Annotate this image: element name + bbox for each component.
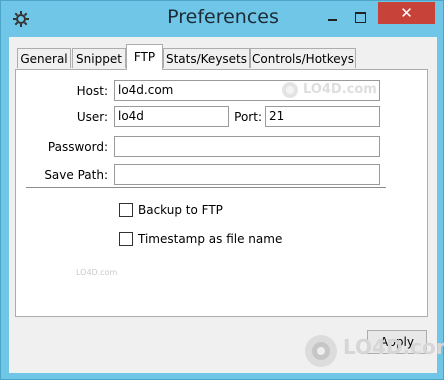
watermark-top: LO4D.com — [281, 81, 377, 102]
save-path-label: Save Path: — [44, 168, 108, 182]
tab-general[interactable]: General — [17, 48, 71, 68]
user-input[interactable]: lo4d — [114, 106, 229, 127]
maximize-button[interactable] — [348, 9, 372, 25]
timestamp-label[interactable]: Timestamp as file name — [138, 232, 282, 246]
close-button[interactable]: ✕ — [378, 2, 435, 24]
backup-to-ftp-label[interactable]: Backup to FTP — [138, 203, 223, 217]
watermark-text: LO4D.com — [343, 335, 444, 359]
tab-snippet[interactable]: Snippet — [72, 48, 126, 68]
separator — [26, 187, 386, 188]
title-bar[interactable]: Preferences ✕ — [1, 1, 444, 37]
minimize-icon — [328, 19, 337, 21]
ftp-panel: Host: lo4d.com User: lo4d Port: 21 Passw… — [15, 69, 428, 317]
preferences-window: Preferences ✕ General Snippet FTP Stats/… — [0, 0, 444, 380]
watermark-top-text: LO4D.com — [303, 82, 377, 97]
save-path-input[interactable] — [114, 164, 380, 185]
minimize-button[interactable] — [320, 9, 344, 25]
tab-stats-keysets[interactable]: Stats/Keysets — [163, 48, 250, 68]
password-input[interactable] — [114, 136, 380, 157]
tab-controls-hotkeys[interactable]: Controls/Hotkeys — [250, 48, 356, 68]
password-label: Password: — [47, 140, 108, 154]
backup-to-ftp-checkbox[interactable] — [119, 203, 133, 217]
user-label: User: — [76, 110, 108, 124]
watermark-globe-icon — [305, 335, 337, 367]
maximize-icon — [355, 12, 366, 23]
host-label: Host: — [76, 84, 108, 98]
timestamp-checkbox[interactable] — [119, 232, 133, 246]
close-icon: ✕ — [400, 4, 413, 22]
watermark-small: LO4D.com — [76, 268, 118, 277]
tab-ftp[interactable]: FTP — [126, 44, 163, 70]
watermark-logo: LO4D.com — [299, 325, 444, 381]
port-label: Port: — [234, 110, 262, 124]
port-input[interactable]: 21 — [265, 106, 380, 127]
watermark-logo-icon — [282, 82, 298, 98]
